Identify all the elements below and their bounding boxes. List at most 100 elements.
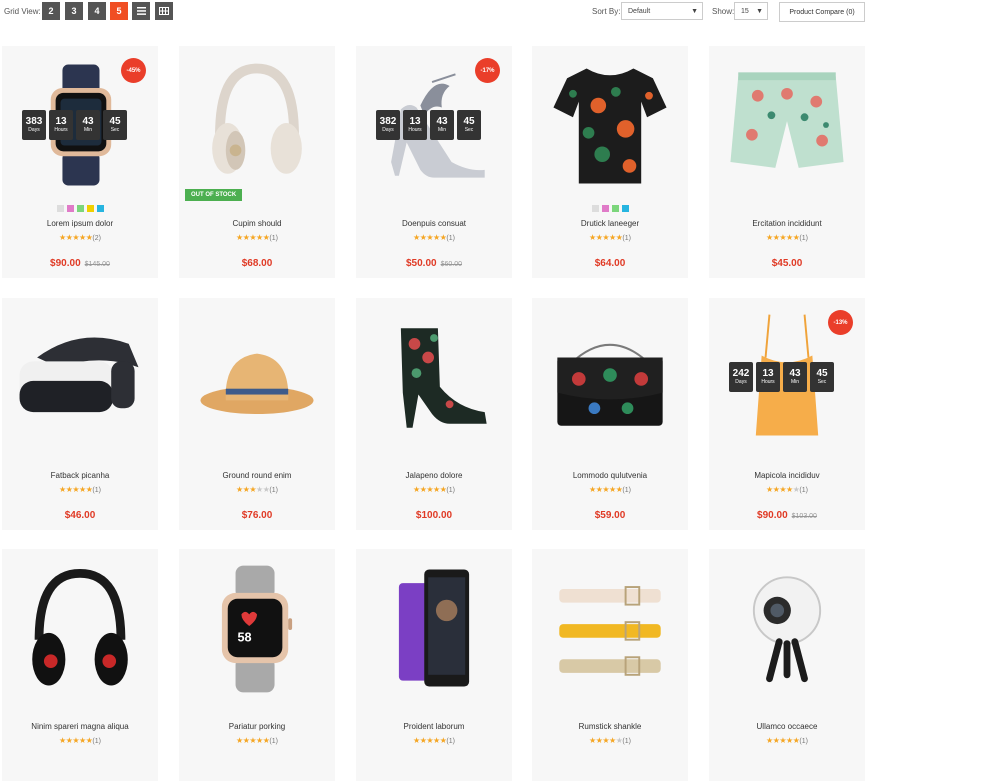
product-image[interactable] — [2, 298, 158, 456]
star-rating-icon: ★★★★★ — [589, 736, 623, 745]
product-compare-button[interactable]: Product Compare (0) — [779, 2, 865, 22]
product-name[interactable]: Lorem ipsum dolor — [2, 219, 158, 228]
review-count: (1) — [622, 738, 631, 745]
review-count: (1) — [269, 235, 278, 242]
countdown-min: 43 Min — [783, 362, 807, 392]
color-swatch[interactable] — [591, 205, 599, 212]
grid-view-5-button[interactable]: 5 — [110, 2, 128, 20]
countdown-timer: 383 Days 13 Hours 43 Min 45 Sec — [22, 110, 127, 140]
product-name[interactable]: Pariatur porking — [179, 722, 335, 731]
list-view-button[interactable] — [132, 2, 150, 20]
product-name[interactable]: Lommodo qulutvenia — [532, 471, 688, 480]
color-swatch[interactable] — [66, 205, 74, 212]
grid-view-2-button[interactable]: 2 — [42, 2, 60, 20]
product-image[interactable] — [532, 549, 688, 707]
countdown-days-value: 242 — [732, 368, 750, 379]
product-rating: ★★★★★(2) — [2, 233, 158, 242]
color-swatch[interactable] — [56, 205, 64, 212]
product-image[interactable] — [532, 298, 688, 456]
discount-badge: -17% — [475, 58, 500, 83]
product-name[interactable]: Fatback picanha — [2, 471, 158, 480]
product-image[interactable] — [2, 549, 158, 707]
review-count: (1) — [799, 235, 808, 242]
product-card[interactable]: -13% 242 Days 13 Hours 43 Min 45 Sec Map… — [709, 298, 865, 530]
color-swatch[interactable] — [76, 205, 84, 212]
sort-select[interactable]: Default ▼ — [621, 2, 703, 20]
review-count: (1) — [446, 487, 455, 494]
product-card[interactable]: Ullamco occaece ★★★★★(1) — [709, 549, 865, 781]
show-select-value: 15 — [741, 7, 749, 15]
product-card[interactable]: Fatback picanha ★★★★★(1) $46.00 — [2, 298, 158, 530]
product-name[interactable]: Ninim spareri magna aliqua — [2, 722, 158, 731]
belts-icon — [559, 586, 661, 676]
product-price: $100.00 — [356, 505, 512, 523]
product-price: $64.00 — [532, 253, 688, 271]
product-image[interactable] — [709, 46, 865, 204]
countdown-days: 382 Days — [376, 110, 400, 140]
review-count: (2) — [92, 235, 101, 242]
product-card[interactable]: Ground round enim ★★★★★(1) $76.00 — [179, 298, 335, 530]
product-image[interactable] — [356, 298, 512, 456]
star-rating-icon: ★★★★★ — [413, 736, 447, 745]
product-card[interactable]: Rumstick shankle ★★★★★(1) — [532, 549, 688, 781]
product-card[interactable]: Ercitation incididunt ★★★★★(1) $45.00 — [709, 46, 865, 278]
product-image[interactable] — [179, 298, 335, 456]
product-name[interactable]: Rumstick shankle — [532, 722, 688, 731]
product-name[interactable]: Mapicola incididuv — [709, 471, 865, 480]
product-card[interactable]: OUT OF STOCK Cupim should ★★★★★(1) $68.00 — [179, 46, 335, 278]
color-swatch[interactable] — [96, 205, 104, 212]
show-select[interactable]: 15 ▼ — [734, 2, 768, 20]
old-price: $145.00 — [84, 261, 110, 268]
product-name[interactable]: Ground round enim — [179, 471, 335, 480]
product-price: $46.00 — [2, 505, 158, 523]
chevron-down-icon: ▼ — [756, 8, 763, 15]
svg-text:58: 58 — [238, 631, 252, 645]
product-card[interactable]: Ninim spareri magna aliqua ★★★★★(1) — [2, 549, 158, 781]
product-card[interactable]: -45% 383 Days 13 Hours 43 Min 45 Sec Lor… — [2, 46, 158, 278]
ankle-boot-icon — [400, 328, 487, 428]
color-swatch[interactable] — [621, 205, 629, 212]
product-name[interactable]: Ullamco occaece — [709, 722, 865, 731]
vr-headset-icon — [19, 337, 139, 413]
product-card[interactable]: Proident laborum ★★★★★(1) — [356, 549, 512, 781]
review-count: (1) — [799, 487, 808, 494]
color-swatch[interactable] — [601, 205, 609, 212]
countdown-sec-value: 45 — [816, 368, 828, 379]
product-price: $45.00 — [709, 253, 865, 271]
product-price: $90.00 $145.00 — [2, 253, 158, 271]
product-name[interactable]: Ercitation incididunt — [709, 219, 865, 228]
product-name[interactable]: Jalapeno dolore — [356, 471, 512, 480]
product-name[interactable]: Drutick laneeger — [532, 219, 688, 228]
countdown-days-value: 383 — [25, 116, 43, 127]
countdown-hours-value: 13 — [409, 116, 421, 127]
product-card[interactable]: -17% 382 Days 13 Hours 43 Min 45 Sec Doe… — [356, 46, 512, 278]
countdown-days-label: Days — [382, 127, 394, 133]
star-rating-icon: ★★★★★ — [589, 485, 623, 494]
product-image[interactable] — [356, 549, 512, 707]
product-rating: ★★★★★(1) — [356, 485, 512, 494]
product-price: $90.00 $103.00 — [709, 505, 865, 523]
product-card[interactable]: Drutick laneeger ★★★★★(1) $64.00 — [532, 46, 688, 278]
product-card[interactable]: Lommodo qulutvenia ★★★★★(1) $59.00 — [532, 298, 688, 530]
grid-view-3-button[interactable]: 3 — [65, 2, 83, 20]
color-swatch[interactable] — [86, 205, 94, 212]
product-rating: ★★★★★(1) — [709, 736, 865, 745]
product-image[interactable] — [709, 549, 865, 707]
product-name[interactable]: Proident laborum — [356, 722, 512, 731]
product-card[interactable]: Jalapeno dolore ★★★★★(1) $100.00 — [356, 298, 512, 530]
grid-view-4-button[interactable]: 4 — [88, 2, 106, 20]
product-name[interactable]: Cupim should — [179, 219, 335, 228]
star-rating-icon: ★★★★★ — [59, 233, 93, 242]
product-image[interactable]: 58 — [179, 549, 335, 707]
product-name[interactable]: Doenpuis consuat — [356, 219, 512, 228]
product-rating: ★★★★★(1) — [179, 485, 335, 494]
product-image[interactable] — [179, 46, 335, 204]
color-swatch[interactable] — [611, 205, 619, 212]
table-view-button[interactable] — [155, 2, 173, 20]
product-image[interactable] — [532, 46, 688, 204]
countdown-min-value: 43 — [789, 368, 801, 379]
product-card[interactable]: 58 Pariatur porking ★★★★★(1) — [179, 549, 335, 781]
product-price: $50.00 $60.00 — [356, 253, 512, 271]
list-icon — [136, 7, 146, 15]
countdown-sec-label: Sec — [817, 379, 827, 385]
